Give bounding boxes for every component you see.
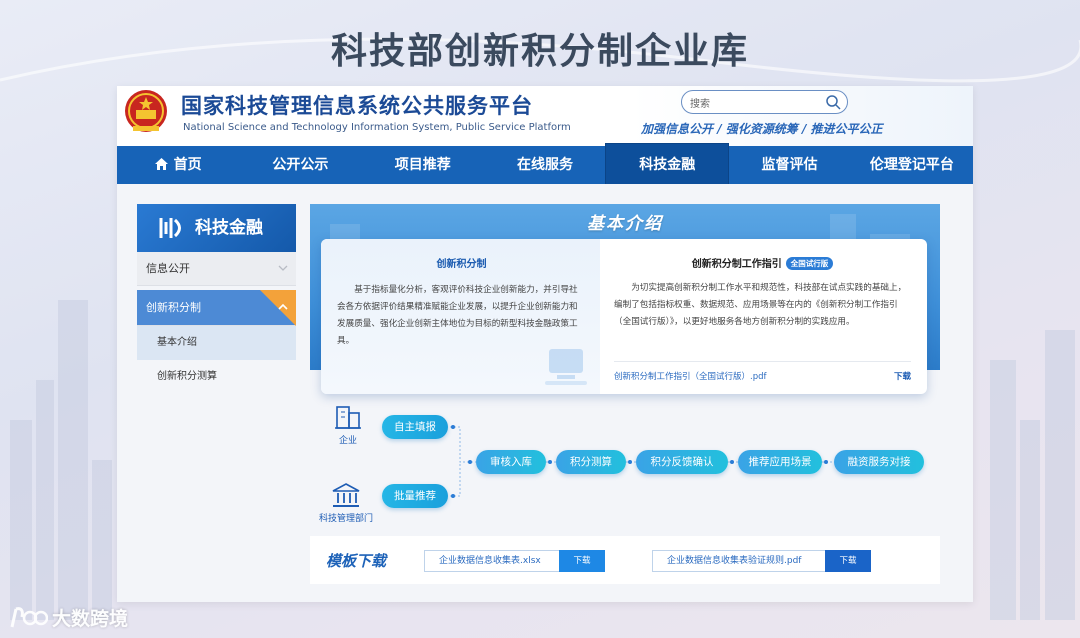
guide-text: 为切实提高创新积分制工作水平和规范性，科技部在试点实践的基础上，编制了包括指标权… bbox=[614, 283, 907, 327]
site-slogan: 加强信息公开 / 强化资源统筹 / 推进公平公正 bbox=[641, 122, 883, 136]
nav-item-public[interactable]: 公开公示 bbox=[239, 146, 361, 184]
actor-dept: 科技管理部门 bbox=[314, 482, 378, 524]
download-pdf-button[interactable]: 下载 bbox=[825, 550, 871, 572]
step-financing: 融资服务对接 bbox=[834, 450, 924, 474]
home-icon bbox=[154, 158, 168, 170]
template-file-name[interactable]: 企业数据信息收集表.xlsx bbox=[439, 556, 541, 566]
watermark: 大数跨境 bbox=[8, 604, 128, 631]
guide-download-link[interactable]: 下载 bbox=[894, 370, 911, 382]
chevron-down-icon bbox=[278, 265, 288, 271]
intro-card-left: 创新积分制 基于指标量化分析，客观评价科技企业创新能力，并引导社会各方依据评价结… bbox=[321, 239, 600, 394]
download-xlsx-button[interactable]: 下载 bbox=[559, 550, 605, 572]
chevron-up-icon bbox=[278, 303, 288, 310]
guide-title-row: 创新积分制工作指引 全国试行版 bbox=[614, 255, 911, 270]
step-calculation: 积分测算 bbox=[556, 450, 626, 474]
banner-title: 基本介绍 bbox=[587, 214, 663, 234]
guide-file-row: 创新积分制工作指引（全国试行版）.pdf 下载 bbox=[614, 361, 911, 382]
browser-page: 国家科技管理信息系统公共服务平台 National Science and Te… bbox=[117, 86, 973, 602]
main-panel: 基本介绍 创新积分制 基于指标量化分析，客观评价科技企业创新能力，并引导社会各方… bbox=[310, 204, 940, 584]
nav-item-label: 首页 bbox=[173, 157, 202, 173]
step-self-report: 自主填报 bbox=[382, 415, 448, 439]
sidebar-subitem-calculation[interactable]: 创新积分测算 bbox=[137, 360, 296, 394]
search-input[interactable]: 搜索 bbox=[681, 90, 848, 114]
search-placeholder: 搜索 bbox=[690, 99, 710, 110]
sidebar-title: 科技金融 bbox=[195, 218, 263, 238]
sidebar-item-info-public[interactable]: 信息公开 bbox=[137, 252, 296, 286]
trial-version-badge: 全国试行版 bbox=[785, 257, 834, 270]
site-name-english: National Science and Technology Informat… bbox=[183, 122, 571, 133]
sidebar-subitem-intro[interactable]: 基本介绍 bbox=[137, 326, 296, 360]
search-icon[interactable] bbox=[825, 94, 841, 110]
watermark-logo-icon bbox=[10, 606, 48, 627]
guide-title: 创新积分制工作指引 bbox=[691, 259, 782, 270]
site-name[interactable]: 国家科技管理信息系统公共服务平台 bbox=[181, 90, 533, 120]
building-icon bbox=[335, 406, 361, 429]
actor-company: 企业 bbox=[316, 404, 380, 446]
step-review: 审核入库 bbox=[476, 450, 546, 474]
intro-card-right: 创新积分制工作指引 全国试行版 为切实提高创新积分制工作水平和规范性，科技部在试点… bbox=[600, 239, 927, 394]
template-download-bar: 模板下载 企业数据信息收集表.xlsx 下载 企业数据信息收集表验证规则.pdf… bbox=[310, 536, 940, 584]
nav-item-supervision[interactable]: 监督评估 bbox=[728, 146, 850, 184]
actor-company-label: 企业 bbox=[338, 436, 357, 446]
intro-left-text: 基于指标量化分析，客观评价科技企业创新能力，并引导社会各方依据评价结果精准赋能企… bbox=[337, 285, 578, 346]
sidebar-item-label: 信息公开 bbox=[146, 262, 190, 275]
sidebar-item-innovation-points[interactable]: 创新积分制 bbox=[137, 290, 296, 326]
national-emblem-icon bbox=[125, 90, 167, 132]
nav-item-ethics[interactable]: 伦理登记平台 bbox=[851, 146, 973, 184]
nav-item-online-service[interactable]: 在线服务 bbox=[484, 146, 606, 184]
sidebar: 科技金融 信息公开 创新积分制 基本介绍 创新积分测算 bbox=[137, 204, 296, 394]
intro-card: 创新积分制 基于指标量化分析，客观评价科技企业创新能力，并引导社会各方依据评价结… bbox=[321, 239, 927, 394]
template-file-pdf: 企业数据信息收集表验证规则.pdf 下载 bbox=[652, 550, 871, 572]
site-header: 国家科技管理信息系统公共服务平台 National Science and Te… bbox=[117, 86, 973, 146]
step-batch-recommend: 批量推荐 bbox=[382, 484, 448, 508]
nav-item-home[interactable]: 首页 bbox=[117, 146, 239, 184]
step-feedback: 积分反馈确认 bbox=[636, 450, 728, 474]
sidebar-item-label: 创新积分制 bbox=[146, 301, 201, 314]
template-file-xlsx: 企业数据信息收集表.xlsx 下载 bbox=[424, 550, 605, 572]
tech-finance-logo-icon bbox=[159, 218, 181, 238]
content-area: 科技金融 信息公开 创新积分制 基本介绍 创新积分测算 基本介绍 创新积分制 基… bbox=[117, 184, 973, 602]
template-file-name[interactable]: 企业数据信息收集表验证规则.pdf bbox=[667, 556, 801, 566]
main-nav: 首页 公开公示 项目推荐 在线服务 科技金融 监督评估 伦理登记平台 bbox=[117, 144, 973, 186]
government-building-icon bbox=[332, 483, 360, 507]
intro-left-title: 创新积分制 bbox=[436, 259, 487, 270]
nav-item-projects[interactable]: 项目推荐 bbox=[362, 146, 484, 184]
template-title: 模板下载 bbox=[326, 552, 387, 570]
actor-dept-label: 科技管理部门 bbox=[318, 514, 373, 524]
sidebar-header: 科技金融 bbox=[137, 204, 296, 252]
guide-file-link[interactable]: 创新积分制工作指引（全国试行版）.pdf bbox=[614, 372, 767, 382]
step-scenarios: 推荐应用场景 bbox=[738, 450, 822, 474]
computer-illustration-icon bbox=[545, 349, 587, 385]
nav-item-tech-finance[interactable]: 科技金融 bbox=[606, 144, 729, 186]
watermark-text: 大数跨境 bbox=[52, 608, 129, 630]
process-flow: 企业 科技管理部门 自主填报 批量推荐 审核入库 积分测算 积分反馈确认 推荐应… bbox=[310, 404, 940, 524]
slide-title: 科技部创新积分制企业库 bbox=[330, 31, 749, 72]
